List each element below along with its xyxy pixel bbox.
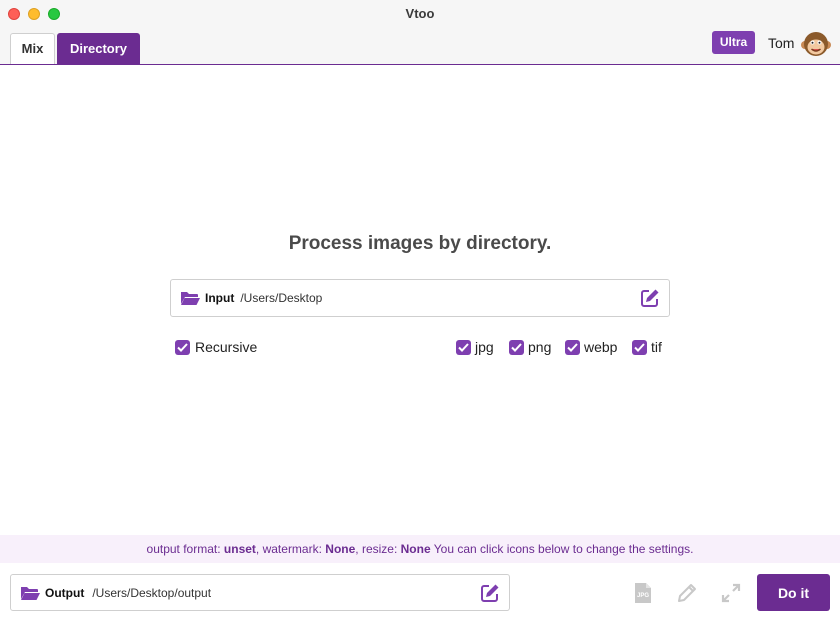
watermark-status-label: , watermark: (255, 542, 322, 556)
jpg-checkbox[interactable] (456, 339, 471, 355)
monkey-avatar-icon[interactable] (800, 28, 832, 60)
tif-label: tif (651, 339, 662, 355)
webp-label: webp (584, 339, 618, 355)
format-option-jpg[interactable]: jpg (456, 338, 494, 356)
input-path: /Users/Desktop (240, 291, 323, 305)
output-path: /Users/Desktop/output (92, 585, 212, 600)
jpg-label: jpg (475, 339, 494, 355)
tab-mix[interactable]: Mix (10, 33, 55, 64)
input-label: Input (205, 291, 235, 305)
png-checkbox[interactable] (509, 339, 524, 355)
resize-status-label: , resize: (355, 542, 398, 556)
status-hint: You can click icons below to change the … (433, 542, 694, 556)
window-title: Vtoo (405, 6, 435, 21)
settings-status-bar: output format: unset, watermark: None, r… (0, 535, 840, 563)
folder-open-icon (21, 586, 40, 600)
jpg-format-icon[interactable]: JPG (632, 582, 654, 604)
recursive-label: Recursive (195, 339, 258, 355)
watermark-status-value: None (325, 542, 356, 556)
folder-open-icon (181, 292, 200, 305)
recursive-option[interactable]: Recursive (175, 338, 257, 356)
format-status-value: unset (223, 542, 256, 556)
svg-text:JPG: JPG (637, 593, 649, 599)
format-option-tif[interactable]: tif (632, 338, 662, 356)
edit-icon[interactable] (480, 583, 500, 603)
do-it-button[interactable]: Do it (757, 574, 830, 611)
resize-status-value: None (400, 542, 431, 556)
png-label: png (528, 339, 552, 355)
format-option-webp[interactable]: webp (565, 338, 617, 356)
user-name[interactable]: Tom (768, 35, 794, 51)
output-label: Output (45, 585, 85, 600)
webp-checkbox[interactable] (565, 339, 580, 355)
resize-icon[interactable] (720, 582, 742, 604)
tif-checkbox[interactable] (632, 339, 647, 355)
title-bar: Vtoo (0, 0, 840, 28)
format-option-png[interactable]: png (509, 338, 551, 356)
plan-badge[interactable]: Ultra (712, 31, 755, 54)
page-heading: Process images by directory. (288, 233, 552, 254)
tab-directory[interactable]: Directory (57, 33, 140, 64)
output-directory-field[interactable]: Output /Users/Desktop/output (10, 574, 510, 611)
input-directory-field[interactable]: Input /Users/Desktop (170, 279, 670, 317)
pencil-icon[interactable] (676, 582, 698, 604)
format-status-label: output format: (146, 542, 221, 556)
edit-icon[interactable] (640, 288, 660, 308)
recursive-checkbox[interactable] (175, 339, 190, 355)
